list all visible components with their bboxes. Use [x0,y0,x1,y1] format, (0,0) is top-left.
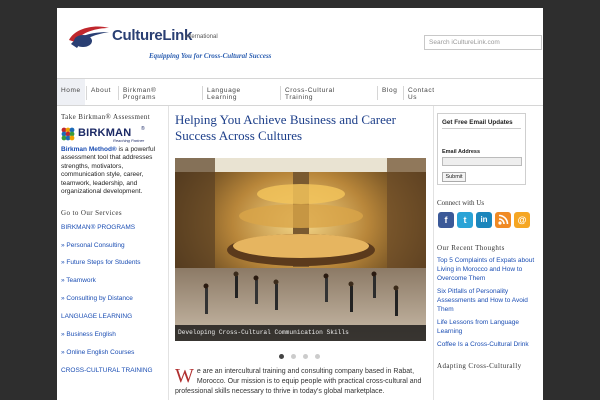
birkman-desc-text: is a powerful assessment tool that addre… [61,146,156,196]
linkedin-icon[interactable]: in [476,212,492,228]
main-nav: Home About Birkman® Programs Language Le… [57,78,543,106]
right-sidebar: Get Free Email Updates Email Address Sub… [437,113,540,370]
service-consulting-distance[interactable]: » Consulting by Distance [61,295,133,302]
email-divider [442,128,521,129]
slide-dot-4[interactable] [315,354,320,359]
intro-dropcap: W [175,365,194,387]
submit-button[interactable]: Submit [442,172,466,182]
hero-image [175,158,426,341]
nav-divider [280,86,281,100]
facebook-icon[interactable]: f [438,212,454,228]
nav-divider [377,86,378,100]
slide-dot-3[interactable] [303,354,308,359]
left-sidebar: Take Birkman® Assessment BIRKMAN ® Reach… [61,113,165,377]
thought-link-4[interactable]: Coffee Is a Cross-Cultural Drink [437,340,540,349]
service-teamwork[interactable]: » Teamwork [61,277,96,284]
service-online-english[interactable]: » Online English Courses [61,349,134,356]
page: CultureLink international Equipping You … [57,8,543,400]
nav-divider [202,86,203,100]
rss-icon[interactable] [495,212,511,228]
column-divider [168,106,169,400]
social-icons: f t in @ [437,212,540,232]
logo-text: CultureLink [112,27,192,44]
email-signup-title: Get Free Email Updates [442,119,513,126]
nav-divider [118,86,119,100]
email-signup-box: Get Free Email Updates Email Address Sub… [437,113,526,185]
hero-caption: Developing Cross-Cultural Communication … [175,325,426,341]
rss-glyph-icon [498,214,509,225]
email-icon[interactable]: @ [514,212,530,228]
birkman-description: Birkman Method® is a powerful assessment… [61,146,165,196]
thought-link-3[interactable]: Life Lessons from Language Learning [437,318,540,336]
twitter-icon[interactable]: t [457,212,473,228]
email-field[interactable] [442,157,522,166]
page-headline: Helping You Achieve Business and Career … [175,112,396,143]
intro-paragraph: We are an intercultural training and con… [175,365,427,398]
tagline: Equipping You for Cross-Cultural Success [149,52,272,60]
thoughts-heading: Our Recent Thoughts [437,244,505,252]
birkman-logo[interactable]: BIRKMAN ® Reaching Partner [61,126,165,144]
service-personal-consulting[interactable]: » Personal Consulting [61,242,125,249]
service-future-steps[interactable]: » Future Steps for Students [61,259,141,266]
nav-divider [86,86,87,100]
nav-divider [403,86,404,100]
service-cross-cultural[interactable]: CROSS-CULTURAL TRAINING [61,367,153,374]
nav-home[interactable]: Home [57,79,85,105]
logo-culture: Culture [112,27,163,44]
nav-language-learning[interactable]: Language Learning [207,87,252,101]
services-list: BIRKMAN® PROGRAMS » Personal Consulting … [61,217,165,377]
nav-birkman-programs[interactable]: Birkman® Programs [123,87,169,101]
thought-link-1[interactable]: Top 5 Complaints of Expats about Living … [437,256,540,283]
slide-dot-1[interactable] [279,354,284,359]
hero-slideshow[interactable]: Developing Cross-Cultural Communication … [175,158,426,341]
search-input[interactable] [424,35,542,50]
thought-link-2[interactable]: Six Pitfalls of Personality Assessments … [437,287,540,314]
birkman-method-link[interactable]: Birkman Method® [61,146,117,153]
nav-cross-cultural-training[interactable]: Cross-Cultural Training [285,87,350,101]
connect-heading: Connect with Us [437,199,485,207]
assessment-heading: Take Birkman® Assessment [61,113,151,121]
intro-text: e are an intercultural training and cons… [175,368,422,396]
logo-swoosh-icon [69,26,109,48]
service-business-english[interactable]: » Business English [61,331,116,338]
logo-international: international [185,34,218,40]
slide-dot-2[interactable] [291,354,296,359]
nav-blog[interactable]: Blog [382,87,397,94]
birkman-mark-icon [61,127,75,141]
main-content: Helping You Achieve Business and Career … [175,112,427,395]
nav-about[interactable]: About [91,87,111,94]
birkman-partner-tag: Reaching Partner [113,138,145,143]
column-divider [433,106,434,400]
service-birkman-programs[interactable]: BIRKMAN® PROGRAMS [61,224,135,231]
service-language-learning[interactable]: LANGUAGE LEARNING [61,313,132,320]
services-heading: Go to Our Services [61,209,123,218]
email-label: Email Address [442,149,481,155]
adapting-heading: Adapting Cross-Culturally [437,362,522,370]
nav-contact-us[interactable]: Contact Us [408,87,440,101]
birkman-registered: ® [141,126,145,132]
